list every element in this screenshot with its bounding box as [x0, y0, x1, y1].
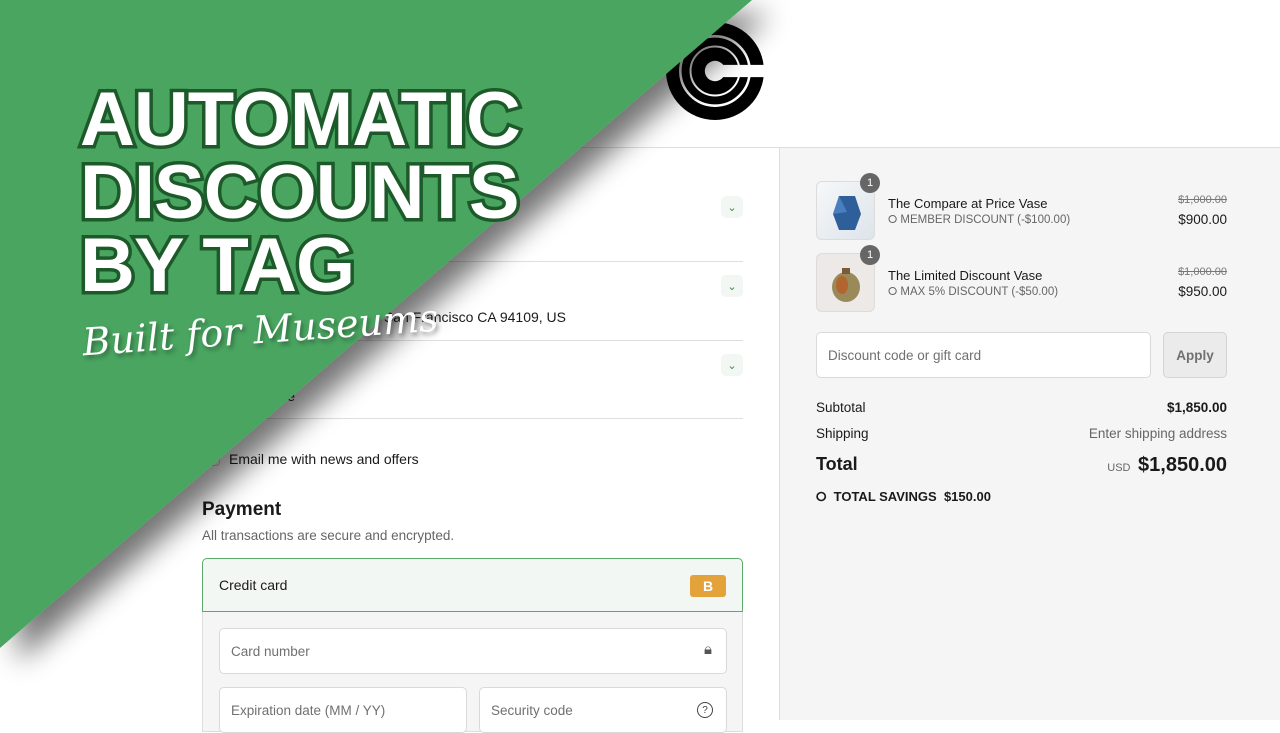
card-fields: Card number 🔒︎ Expiration date (MM / YY)… — [202, 612, 743, 733]
apply-button[interactable]: Apply — [1163, 332, 1227, 378]
tag-icon: ⭘︎ — [816, 489, 827, 504]
quantity-badge: 1 — [860, 245, 880, 265]
item-discount-text: MEMBER DISCOUNT (-$100.00) — [900, 214, 1071, 226]
savings-value: $150.00 — [943, 489, 991, 504]
banner-title-line: DISCOUNTS — [77, 150, 524, 235]
tag-icon: ⭘︎ — [888, 286, 898, 298]
total-value: $1,850.00 — [1138, 454, 1227, 476]
banner-title-line: BY TAG — [76, 223, 358, 308]
item-price: $950.00 — [1178, 284, 1227, 299]
item-name: The Compare at Price Vase — [888, 196, 1048, 211]
shipping-row: Shipping Enter shipping address — [816, 426, 1227, 441]
discount-code-input[interactable]: Discount code or gift card — [816, 332, 1151, 378]
help-icon[interactable]: ? — [697, 702, 713, 718]
currency: USD — [1107, 462, 1131, 474]
payment-title: Payment — [202, 499, 282, 520]
chevron-down-icon[interactable]: ⌄ — [721, 354, 743, 376]
total-label: Total — [816, 454, 858, 474]
chevron-down-icon[interactable]: ⌄ — [721, 196, 743, 218]
line-item: 1 The Compare at Price Vase ⭘︎ MEMBER DI… — [816, 173, 1227, 241]
item-discount-text: MAX 5% DISCOUNT (-$50.00) — [900, 286, 1059, 298]
subtotal-label: Subtotal — [816, 400, 866, 415]
logo-icon — [666, 22, 766, 120]
item-price: $900.00 — [1178, 212, 1227, 227]
chevron-down-icon[interactable]: ⌄ — [721, 275, 743, 297]
card-number-input[interactable]: Card number 🔒︎ — [219, 628, 727, 674]
credit-card-label: Credit card — [219, 577, 288, 593]
product-image: 1 — [816, 245, 880, 312]
item-discount: ⭘︎ MAX 5% DISCOUNT (-$50.00) — [888, 286, 1058, 299]
discount-placeholder: Discount code or gift card — [828, 347, 982, 363]
newsletter-checkbox[interactable] — [204, 450, 220, 466]
card-brand-badge: B — [690, 575, 726, 597]
tag-icon: ⭘︎ — [888, 214, 898, 226]
shipping-method: ee — [279, 388, 295, 404]
lock-icon: 🔒︎ — [704, 641, 712, 658]
item-discount: ⭘︎ MEMBER DISCOUNT (-$100.00) — [888, 214, 1070, 227]
expiration-placeholder: Expiration date (MM / YY) — [231, 702, 386, 718]
line-item: 1 The Limited Discount Vase ⭘︎ MAX 5% DI… — [816, 245, 1227, 313]
security-code-input[interactable]: Security code ? — [479, 687, 727, 733]
payment-subtitle: All transactions are secure and encrypte… — [202, 528, 455, 543]
total-row: Total USD $1,850.00 — [816, 454, 1227, 480]
banner-title-line: AUTOMATIC — [77, 77, 525, 162]
quantity-badge: 1 — [860, 173, 880, 193]
item-name: The Limited Discount Vase — [888, 268, 1043, 283]
card-number-placeholder: Card number — [231, 643, 310, 659]
product-image: 1 — [816, 173, 880, 240]
subtotal-row: Subtotal $1,850.00 — [816, 400, 1227, 415]
newsletter-label: Email me with news and offers — [229, 451, 419, 467]
total-savings: ⭘︎ TOTAL SAVINGS $150.00 — [816, 489, 1227, 505]
shipping-method-section: ⌄ ee — [202, 341, 743, 419]
order-summary: 1 The Compare at Price Vase ⭘︎ MEMBER DI… — [779, 148, 1280, 720]
shipping-label: Shipping — [816, 426, 869, 441]
item-old-price: $1,000.00 — [1178, 266, 1227, 278]
expiration-input[interactable]: Expiration date (MM / YY) — [219, 687, 467, 733]
security-placeholder: Security code — [491, 702, 573, 718]
subtotal-value: $1,850.00 — [1166, 400, 1227, 415]
credit-card-option[interactable]: Credit card B — [202, 558, 743, 612]
savings-label: TOTAL SAVINGS — [833, 489, 937, 504]
shipping-value: Enter shipping address — [1088, 426, 1227, 441]
item-old-price: $1,000.00 — [1178, 194, 1227, 206]
